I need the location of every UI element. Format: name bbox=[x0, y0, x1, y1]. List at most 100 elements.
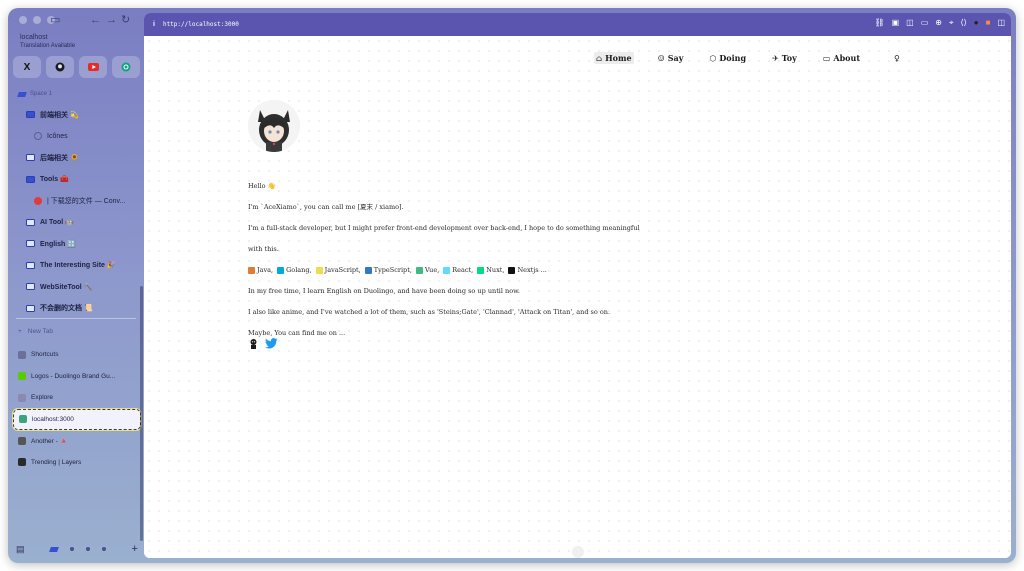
folder-label: Tools 🧰 bbox=[40, 176, 69, 184]
nav-about-label: About bbox=[833, 53, 861, 63]
sidebar-scrollbar[interactable] bbox=[140, 286, 143, 541]
reload-icon[interactable]: ↻ bbox=[121, 13, 130, 27]
favorite-youtube[interactable] bbox=[79, 56, 107, 78]
capture-icon[interactable]: ▣ bbox=[892, 18, 900, 28]
space-dot[interactable] bbox=[86, 547, 91, 551]
tech-item: JavaScript, bbox=[315, 260, 361, 281]
footer-logo-icon[interactable] bbox=[572, 546, 584, 558]
folder-icon bbox=[26, 111, 35, 119]
url-bar[interactable]: i http://localhost:3000 ⛓ ▣ ◫ ▭ ⊕ ⌖ ⟨⟩ ●… bbox=[144, 13, 1011, 36]
rocket-icon: ✈ bbox=[772, 53, 779, 63]
tab-item[interactable]: Another - 🔺 bbox=[13, 430, 141, 452]
tab-label: Trending | Layers bbox=[31, 458, 82, 466]
extension-orange-icon[interactable]: ■ bbox=[986, 18, 991, 28]
tech-label: Vue, bbox=[424, 266, 440, 274]
favorite-x[interactable]: X bbox=[13, 56, 41, 78]
folder-item[interactable]: 不会删的文档 📜 bbox=[8, 298, 140, 320]
github-icon[interactable] bbox=[248, 338, 259, 349]
tab-item[interactable]: Shortcuts bbox=[13, 344, 141, 366]
tab-item[interactable]: Explore bbox=[13, 387, 141, 409]
folder-child-item[interactable]: | 下载您的文件 — Conv... bbox=[8, 190, 140, 212]
folder-label: English 🔠 bbox=[40, 240, 76, 248]
code-icon[interactable]: ⟨⟩ bbox=[961, 18, 967, 28]
nav-home[interactable]: ⌂ Home bbox=[594, 52, 634, 64]
new-tab-label: New Tab bbox=[27, 328, 53, 335]
tab-item[interactable]: Trending | Layers bbox=[13, 452, 141, 474]
intro-text: I'm `AceXiamo`, you can call me [夏末 / xi… bbox=[248, 203, 404, 211]
back-arrow-icon[interactable]: ← bbox=[90, 13, 101, 27]
tech-logo-icon bbox=[315, 267, 323, 274]
tech-logo-icon bbox=[277, 267, 285, 274]
favorite-openai[interactable] bbox=[112, 56, 140, 78]
tab-label: Shortcuts bbox=[31, 351, 59, 359]
tab-item-active[interactable]: localhost:3000 bbox=[13, 408, 141, 430]
forward-arrow-icon[interactable]: → bbox=[106, 13, 117, 27]
favorites-bar: X bbox=[13, 56, 140, 78]
nav-doing[interactable]: ⬡ Doing bbox=[707, 52, 748, 64]
translation-notice[interactable]: Translation Available bbox=[20, 43, 75, 49]
nav-say-label: Say bbox=[667, 53, 684, 63]
nav-toy[interactable]: ✈ Toy bbox=[770, 52, 799, 64]
url-text[interactable]: http://localhost:3000 bbox=[163, 21, 239, 28]
sidebar: ▭ ← → ↻ localhost Translation Available … bbox=[8, 8, 144, 563]
youtube-icon bbox=[87, 63, 99, 71]
favorite-github[interactable] bbox=[46, 56, 74, 78]
url-bar-tools: ⛓ ▣ ◫ ▭ ⊕ ⌖ ⟨⟩ ● ■ ◫ bbox=[874, 18, 1005, 28]
tab-label: Another - 🔺 bbox=[31, 437, 68, 445]
folder-item[interactable]: Tools 🧰 bbox=[8, 169, 140, 191]
folder-item[interactable]: AI Tool 🤖 bbox=[8, 212, 140, 234]
theme-toggle[interactable]: ♀ bbox=[892, 52, 902, 64]
tech-logo-icon bbox=[477, 267, 485, 274]
avatar bbox=[248, 100, 300, 152]
extension-avatar-icon[interactable]: ● bbox=[974, 18, 979, 28]
tech-logo-icon bbox=[443, 267, 451, 274]
translate-icon[interactable]: ⊕ bbox=[935, 18, 942, 28]
tab-favicon-icon bbox=[18, 436, 26, 445]
tech-logo-icon bbox=[415, 267, 423, 274]
tech-label: JavaScript, bbox=[324, 266, 361, 274]
archive-icon[interactable]: ▤ bbox=[16, 544, 25, 555]
find-me-text: Maybe, You can find me on ... bbox=[248, 329, 346, 337]
folder-child-item[interactable]: Icônes bbox=[8, 126, 140, 148]
chat-icon: ☺ bbox=[657, 53, 665, 63]
add-space-icon[interactable]: + bbox=[132, 543, 138, 555]
minimize-window-button[interactable] bbox=[33, 16, 41, 24]
sidebar-toggle-icon[interactable]: ▭ bbox=[50, 13, 60, 27]
folder-item[interactable]: English 🔠 bbox=[8, 233, 140, 255]
folder-icon bbox=[26, 283, 35, 291]
reader-icon[interactable]: ▭ bbox=[921, 18, 929, 28]
anime-text: I also like anime, and I've watched a lo… bbox=[248, 308, 611, 316]
folder-item[interactable]: The Interesting Site 🎉 bbox=[8, 255, 140, 277]
about-content: Hello 👋 I'm `AceXiamo`, you can call me … bbox=[248, 176, 728, 344]
nav-about[interactable]: ▭ About bbox=[821, 52, 862, 64]
tab-label: localhost:3000 bbox=[32, 415, 74, 423]
close-window-button[interactable] bbox=[19, 16, 27, 24]
x-icon: X bbox=[23, 61, 31, 73]
space-label[interactable]: Space 1 bbox=[17, 91, 52, 97]
tab-favicon-icon bbox=[18, 350, 26, 359]
space-dot[interactable] bbox=[102, 547, 107, 551]
folder-item[interactable]: 前端相关 💫 bbox=[8, 104, 140, 126]
tab-label: Logos - Duolingo Brand Gu... bbox=[31, 372, 116, 380]
camera-icon[interactable]: ◫ bbox=[906, 18, 914, 28]
split-view-icon[interactable]: ◫ bbox=[997, 18, 1005, 28]
twitter-icon[interactable] bbox=[265, 338, 278, 349]
convert-icon bbox=[34, 196, 42, 205]
tech-label: Java, bbox=[257, 266, 274, 274]
tab-item[interactable]: Logos - Duolingo Brand Gu... bbox=[13, 366, 141, 388]
folder-item[interactable]: 后端相关 🌻 bbox=[8, 147, 140, 169]
link-icon[interactable]: ⛓ bbox=[874, 18, 884, 28]
folder-item[interactable]: WebSiteTool 🔨 bbox=[8, 276, 140, 298]
space-dot-active[interactable] bbox=[49, 546, 59, 552]
folder-icon bbox=[26, 261, 35, 269]
space-icon bbox=[17, 91, 27, 97]
folder-icon bbox=[26, 154, 35, 162]
target-icon[interactable]: ⌖ bbox=[949, 18, 954, 28]
space-dot[interactable] bbox=[70, 547, 75, 551]
tech-logo-icon bbox=[248, 267, 255, 274]
folder-icon bbox=[26, 304, 35, 312]
nav-say[interactable]: ☺ Say bbox=[656, 52, 686, 64]
new-tab-button[interactable]: + New Tab bbox=[18, 328, 53, 335]
folder-label: 不会删的文档 📜 bbox=[40, 305, 93, 313]
site-info-icon[interactable]: i bbox=[153, 21, 155, 28]
